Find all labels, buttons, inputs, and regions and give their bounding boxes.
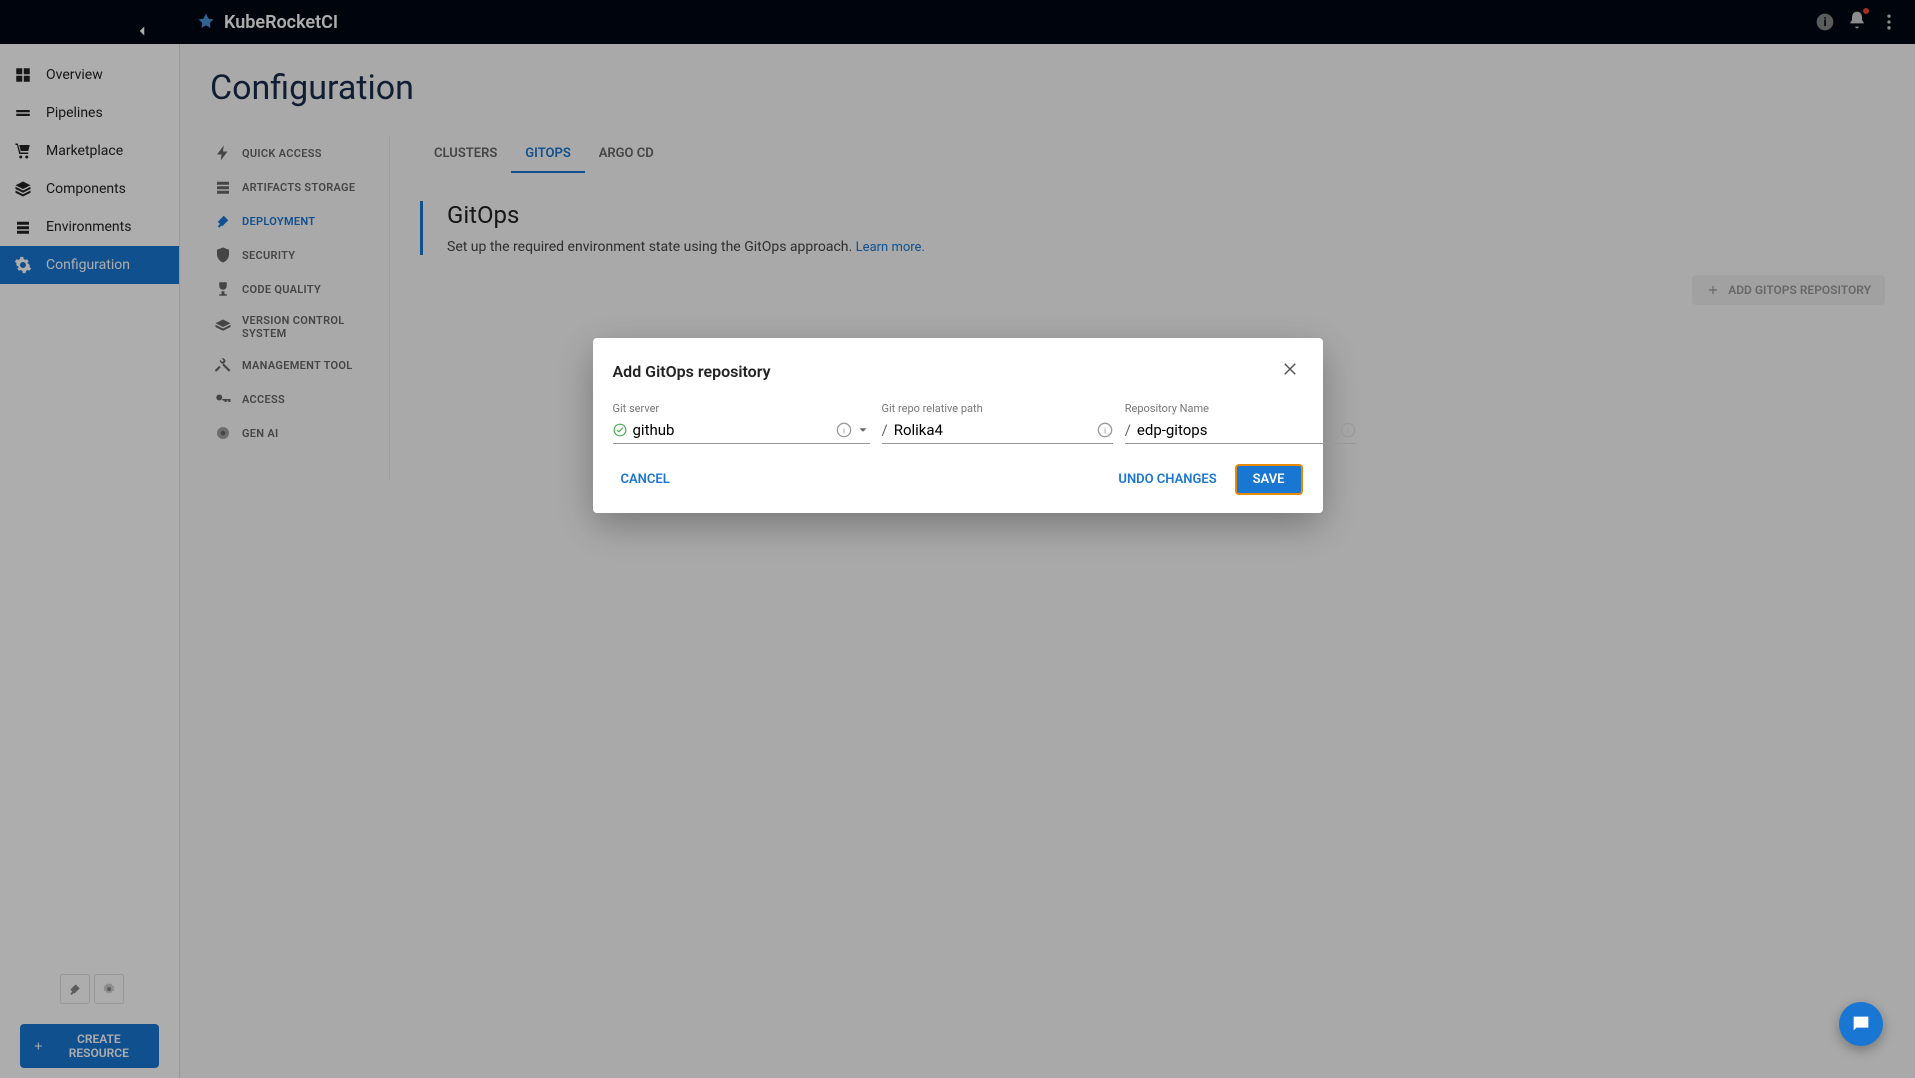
- chat-icon: [1850, 1013, 1872, 1035]
- name-prefix: /: [1125, 421, 1131, 439]
- path-prefix: /: [882, 421, 888, 439]
- svg-text:i: i: [1104, 426, 1106, 436]
- cancel-button[interactable]: CANCEL: [613, 466, 678, 493]
- modal-overlay[interactable]: Add GitOps repository Git server i Git r…: [0, 0, 1915, 1078]
- relative-path-input[interactable]: [894, 421, 1093, 439]
- close-icon: [1281, 360, 1299, 378]
- add-gitops-dialog: Add GitOps repository Git server i Git r…: [593, 338, 1323, 513]
- git-server-input[interactable]: [633, 421, 832, 439]
- save-button[interactable]: SAVE: [1235, 464, 1303, 495]
- git-server-label: Git server: [613, 402, 870, 415]
- info-icon[interactable]: i: [836, 422, 852, 438]
- chat-fab[interactable]: [1839, 1002, 1883, 1046]
- relative-path-label: Git repo relative path: [882, 402, 1113, 415]
- check-icon: [613, 423, 627, 437]
- dialog-title: Add GitOps repository: [613, 362, 771, 381]
- chevron-down-icon[interactable]: [856, 423, 870, 437]
- undo-changes-button[interactable]: UNDO CHANGES: [1110, 466, 1224, 493]
- svg-text:i: i: [842, 426, 844, 436]
- repo-name-input[interactable]: [1137, 421, 1336, 439]
- svg-text:i: i: [1347, 426, 1349, 436]
- info-icon[interactable]: i: [1340, 422, 1356, 438]
- info-icon[interactable]: i: [1097, 422, 1113, 438]
- repo-name-label: Repository Name: [1125, 402, 1356, 415]
- close-dialog-button[interactable]: [1277, 356, 1303, 386]
